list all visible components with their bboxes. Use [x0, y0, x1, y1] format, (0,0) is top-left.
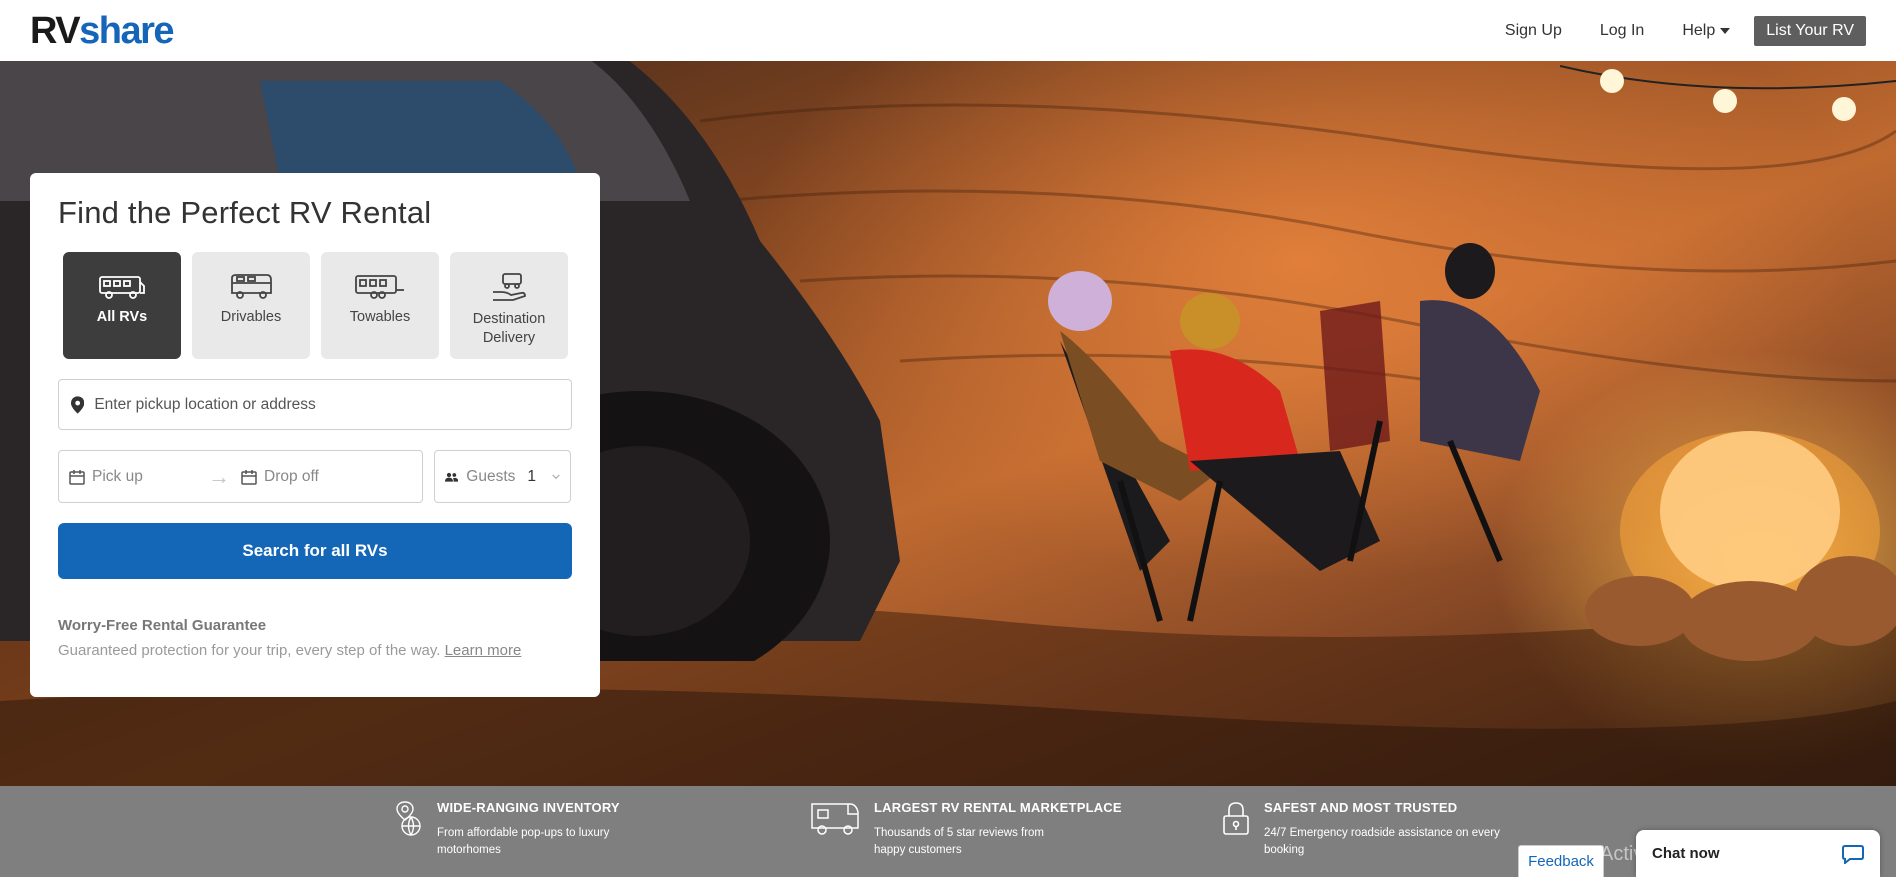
feature-marketplace: LARGEST RV RENTAL MARKETPLACE Thousands …: [810, 800, 1122, 859]
dropoff-date-input[interactable]: [264, 467, 369, 486]
rvshare-logo[interactable]: RVshare: [30, 9, 175, 52]
type-towables[interactable]: Towables: [321, 252, 439, 359]
map-pin-icon: [71, 395, 85, 414]
feature-title: SAFEST AND MOST TRUSTED: [1264, 800, 1458, 815]
feature-inventory: WIDE-RANGING INVENTORY From affordable p…: [395, 800, 627, 859]
lock-icon: [1223, 802, 1249, 835]
feature-text: 24/7 Emergency roadside assistance on ev…: [1264, 827, 1500, 856]
list-your-rv-button[interactable]: List Your RV: [1754, 15, 1866, 46]
location-input[interactable]: [94, 395, 559, 414]
chat-label: Chat now: [1652, 845, 1720, 862]
feature-text: From affordable pop-ups to luxury motorh…: [437, 827, 610, 856]
sign-up-link[interactable]: Sign Up: [1505, 22, 1562, 40]
guests-label: Guests: [466, 467, 516, 485]
search-button[interactable]: Search for all RVs: [58, 523, 572, 579]
search-card: Find the Perfect RV Rental All RVs Driva…: [30, 173, 600, 697]
type-all-rvs[interactable]: All RVs: [63, 252, 181, 359]
type-destination-delivery[interactable]: Destination Delivery: [450, 252, 568, 359]
location-field[interactable]: [58, 379, 572, 430]
chat-bubble-icon: [1842, 844, 1864, 864]
pickup-date-input[interactable]: [92, 467, 197, 486]
top-nav: Sign Up Log In Help List Your RV: [1505, 15, 1866, 46]
feature-trusted: SAFEST AND MOST TRUSTED 24/7 Emergency r…: [1222, 800, 1504, 859]
site-header: RVshare Sign Up Log In Help List Your RV: [0, 0, 1896, 61]
calendar-icon: [69, 469, 85, 485]
type-drivables[interactable]: Drivables: [192, 252, 310, 359]
log-in-link[interactable]: Log In: [1600, 22, 1644, 40]
campers-group: [1048, 243, 1540, 622]
search-card-title: Find the Perfect RV Rental: [58, 195, 432, 230]
guests-select[interactable]: Guests 1: [434, 450, 571, 503]
delivery-icon: [493, 273, 526, 301]
guarantee-section: Worry-Free Rental Guarantee Guaranteed p…: [58, 617, 572, 659]
guests-value: 1: [527, 467, 537, 485]
help-label: Help: [1682, 21, 1716, 39]
feature-text: Thousands of 5 star reviews from happy c…: [874, 827, 1045, 856]
chat-widget[interactable]: Chat now: [1636, 830, 1880, 877]
calendar-icon: [241, 469, 257, 485]
logo-rv-text: RV: [30, 9, 81, 52]
feature-title: LARGEST RV RENTAL MARKETPLACE: [874, 800, 1122, 815]
globe-pin-icon: [396, 801, 421, 836]
chevron-down-icon: [552, 474, 560, 479]
drivable-icon: [231, 274, 272, 299]
campfire: [1585, 431, 1896, 661]
rv-type-selector: All RVs Drivables Towables Destination D…: [63, 252, 572, 359]
dates-guests-row: → Guests 1: [58, 450, 572, 503]
learn-more-link[interactable]: Learn more: [445, 642, 522, 659]
help-dropdown[interactable]: Help: [1682, 21, 1731, 40]
logo-share-text: share: [79, 9, 174, 52]
date-range-field[interactable]: →: [58, 450, 423, 503]
feature-title: WIDE-RANGING INVENTORY: [437, 800, 620, 815]
people-icon: [445, 472, 459, 482]
all-rvs-icon: [99, 276, 145, 299]
guarantee-text: Guaranteed protection for your trip, eve…: [58, 642, 572, 659]
towable-icon: [355, 275, 404, 299]
arrow-right-icon: →: [208, 463, 230, 489]
type-label: Drivables: [220, 309, 282, 325]
rv-icon: [811, 803, 859, 835]
caret-down-icon: [1720, 27, 1731, 34]
feedback-button[interactable]: Feedback: [1518, 845, 1604, 877]
string-lights: [1560, 65, 1896, 121]
type-label: Towables: [349, 309, 411, 325]
type-label: Destination Delivery: [472, 311, 546, 346]
guarantee-description: Guaranteed protection for your trip, eve…: [58, 642, 441, 659]
guarantee-title: Worry-Free Rental Guarantee: [58, 617, 267, 634]
type-label: All RVs: [96, 309, 148, 325]
